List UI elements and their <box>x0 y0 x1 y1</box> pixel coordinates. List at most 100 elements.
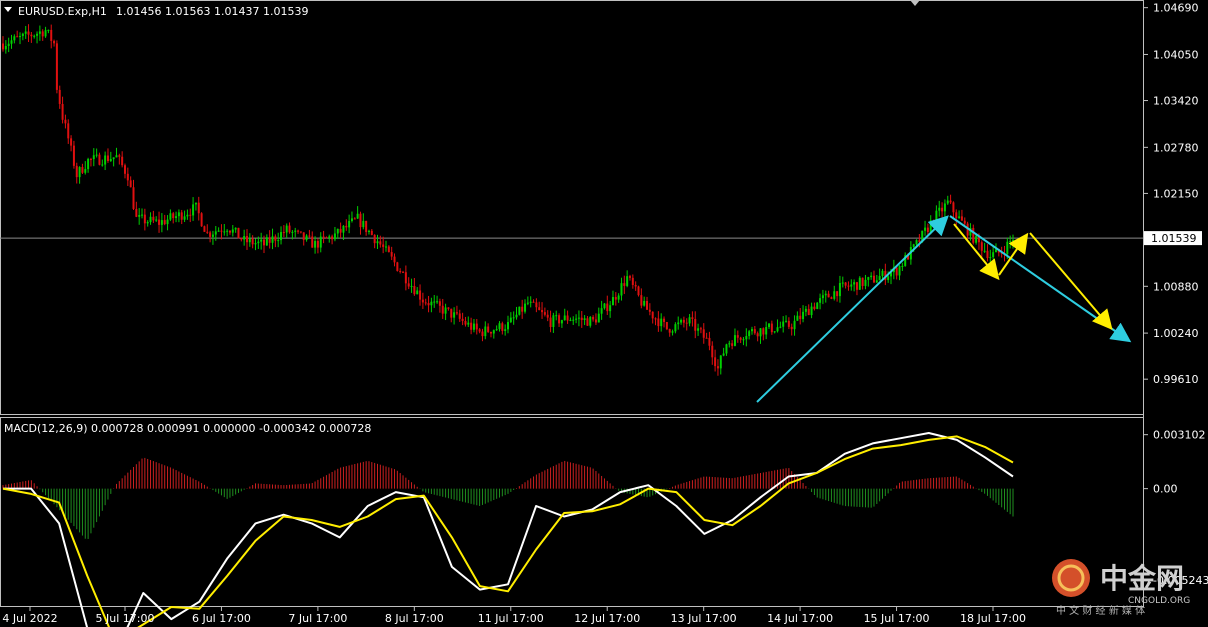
candle-body <box>211 234 214 237</box>
candle-body <box>643 300 646 306</box>
candle-body <box>390 252 393 257</box>
candle-body <box>245 235 248 243</box>
candle-body <box>172 213 175 219</box>
candle-body <box>126 173 129 181</box>
candle-body <box>850 284 853 287</box>
candle-body <box>819 298 822 303</box>
candle-body <box>841 282 844 284</box>
candle-body <box>589 316 592 326</box>
candle-body <box>677 322 680 325</box>
candle-body <box>305 235 308 240</box>
shift-marker-icon[interactable] <box>910 0 920 6</box>
macd-header: MACD(12,26,9) 0.000728 0.000991 0.000000… <box>4 422 371 435</box>
candle-body <box>634 284 637 287</box>
candle-body <box>631 277 634 285</box>
candle-body <box>958 216 961 219</box>
candle-body <box>603 303 606 309</box>
candle-body <box>566 315 569 321</box>
candle-body <box>393 256 396 263</box>
candle-body <box>280 232 283 241</box>
candle-body <box>345 225 348 228</box>
candle-body <box>512 317 515 319</box>
candle-body <box>600 308 603 314</box>
candle-body <box>586 318 589 326</box>
candle-body <box>648 309 651 312</box>
candle-body <box>989 257 992 259</box>
candle-body <box>458 313 461 319</box>
candle-body <box>509 317 512 323</box>
candle-body <box>41 31 44 37</box>
candle-body <box>699 328 702 330</box>
candle-body <box>538 307 541 311</box>
candle-body <box>685 322 688 324</box>
candle-body <box>325 237 328 239</box>
candle-body <box>143 214 146 224</box>
candle-body <box>972 227 975 243</box>
candle-body <box>535 302 538 308</box>
watermark-name: 中金网 <box>1100 562 1184 595</box>
candle-body <box>132 187 135 209</box>
candle-body <box>872 275 875 283</box>
candle-body <box>722 353 725 356</box>
candle-body <box>268 237 271 243</box>
candle-body <box>833 291 836 299</box>
candle-body <box>521 306 524 312</box>
candle-body <box>430 301 433 306</box>
candle-body <box>464 320 467 325</box>
time-tick-label: 14 Jul 17:00 <box>767 612 833 625</box>
candle-body <box>929 220 932 233</box>
candles-series <box>2 24 1014 376</box>
candle-body <box>50 29 53 41</box>
candle-body <box>620 283 623 296</box>
time-tick-label: 4 Jul 2022 <box>2 612 57 625</box>
candle-body <box>748 331 751 337</box>
dropdown-triangle-icon[interactable] <box>4 7 12 12</box>
candle-body <box>61 103 64 120</box>
price-panel-frame <box>0 0 1144 415</box>
candle-body <box>160 220 163 225</box>
macd-line <box>3 432 1014 627</box>
candle-body <box>963 220 966 224</box>
candle-body <box>912 244 915 248</box>
candle-body <box>438 301 441 306</box>
candle-body <box>424 302 427 304</box>
candle-body <box>461 318 464 321</box>
candle-body <box>121 156 124 166</box>
candle-body <box>373 234 376 244</box>
candle-body <box>733 335 736 346</box>
candle-body <box>228 230 231 233</box>
candle-body <box>10 40 13 44</box>
candle-body <box>901 265 904 267</box>
candle-body <box>89 158 92 160</box>
candle-body <box>98 154 101 165</box>
candle-body <box>4 46 7 50</box>
candle-body <box>742 339 745 341</box>
price-tick-label: 1.03420 <box>1153 95 1199 108</box>
price-tick-label: 1.02150 <box>1153 187 1199 200</box>
candle-body <box>44 30 47 37</box>
candle-body <box>166 219 169 225</box>
candle-body <box>2 43 4 50</box>
candle-body <box>507 322 509 330</box>
candle-body <box>478 329 481 332</box>
candle-body <box>263 239 266 246</box>
candle-body <box>21 33 24 37</box>
candle-body <box>484 326 487 337</box>
candle-body <box>609 305 612 312</box>
candle-body <box>7 43 10 47</box>
candle-body <box>16 36 19 38</box>
candle-body <box>660 318 663 327</box>
candle-body <box>881 270 884 277</box>
candle-body <box>294 230 297 232</box>
candle-body <box>146 222 149 224</box>
candle-body <box>385 246 388 248</box>
candle-body <box>436 301 439 303</box>
time-tick-label: 6 Jul 17:00 <box>192 612 251 625</box>
candle-body <box>830 297 833 299</box>
candle-body <box>407 283 410 287</box>
candle-body <box>101 164 104 166</box>
candle-body <box>30 34 33 37</box>
candle-body <box>53 40 56 44</box>
price-tick-label: 1.04690 <box>1153 2 1199 15</box>
candle-body <box>427 303 430 306</box>
